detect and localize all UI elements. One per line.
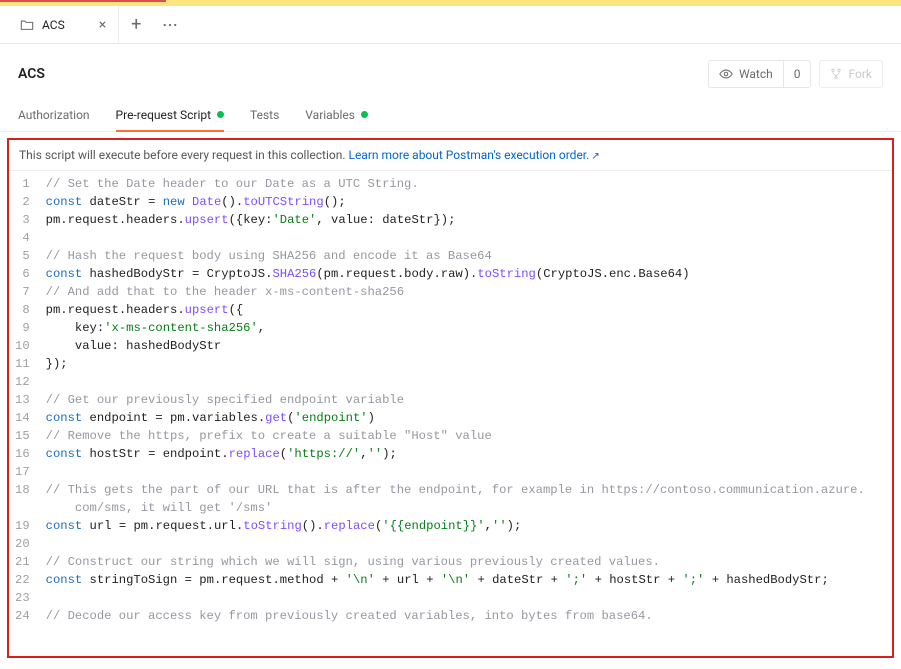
line-gutter: 123456789101112131415161718 192021222324 [9,171,40,653]
modified-dot-icon [217,111,224,118]
subtab-label: Authorization [18,108,90,122]
fork-icon [830,68,842,80]
folder-icon [20,18,34,32]
close-icon[interactable]: × [99,18,106,32]
tab-variables[interactable]: Variables [305,98,368,131]
code-editor[interactable]: 123456789101112131415161718 192021222324… [9,171,892,653]
tab-tests[interactable]: Tests [250,98,279,131]
title-actions: Watch 0 Fork [708,60,883,88]
collection-title: ACS [18,66,45,82]
fork-label: Fork [848,67,872,81]
subtab-label: Variables [305,108,355,122]
external-link-icon: ↗ [591,151,599,162]
tab-label: ACS [42,18,65,32]
title-row: ACS Watch 0 Fork [0,44,901,98]
info-strip: This script will execute before every re… [9,140,892,171]
new-tab-button[interactable]: + [119,14,153,35]
watch-count: 0 [783,61,811,87]
tab-authorization[interactable]: Authorization [18,98,90,131]
tab-bar: ACS × + [0,6,901,44]
learn-more-link[interactable]: Learn more about Postman's execution ord… [348,148,589,162]
highlighted-region: This script will execute before every re… [7,138,894,658]
eye-icon [719,67,733,81]
tab-prerequest-script[interactable]: Pre-request Script [116,98,224,131]
tab-acs[interactable]: ACS × [8,6,119,44]
tab-overflow-button[interactable] [153,23,187,27]
info-text: This script will execute before every re… [19,148,348,162]
active-tab-indicator [0,0,166,2]
watch-button[interactable]: Watch 0 [708,60,812,88]
modified-dot-icon [361,111,368,118]
fork-button[interactable]: Fork [819,60,883,88]
watch-label: Watch [739,67,773,81]
subtab-label: Pre-request Script [116,108,211,122]
subtab-row: Authorization Pre-request Script Tests V… [0,98,901,132]
subtab-label: Tests [250,108,279,122]
code-content[interactable]: // Set the Date header to our Date as a … [40,171,892,653]
